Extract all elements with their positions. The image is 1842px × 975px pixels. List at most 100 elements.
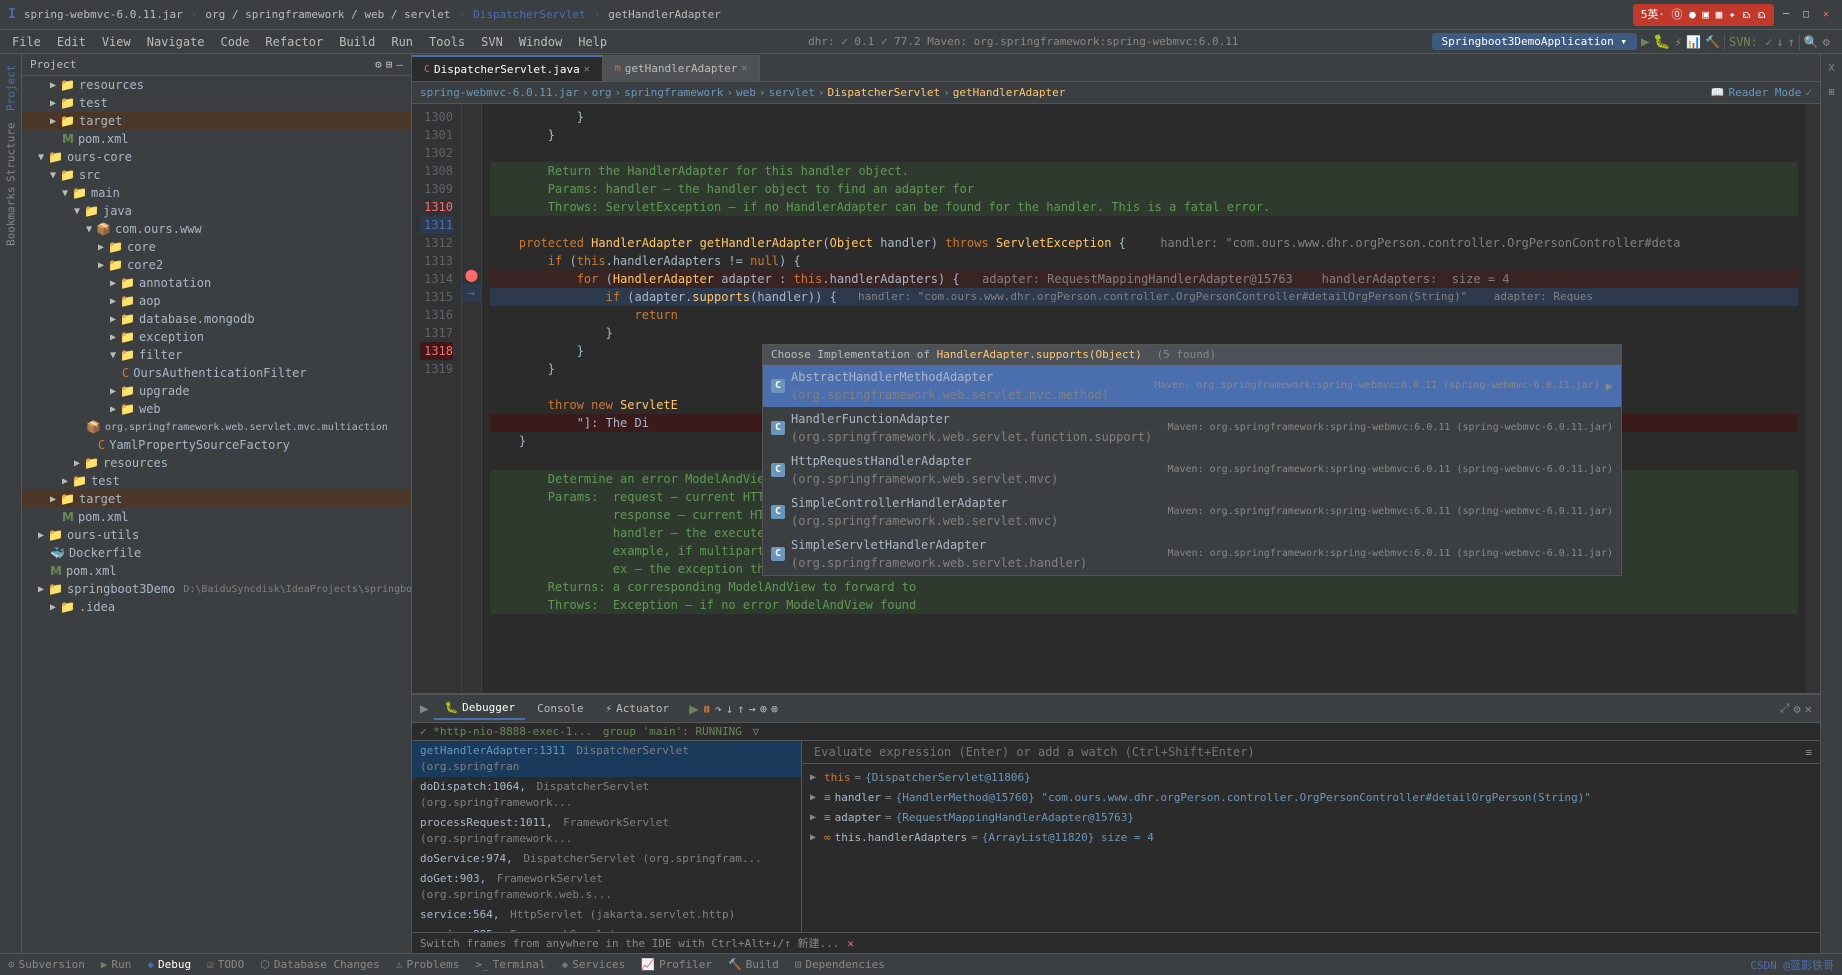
build-button[interactable]: 🔨	[1705, 35, 1720, 49]
var-expand-adapter[interactable]: ▶	[810, 809, 816, 827]
tab-get-handler[interactable]: m getHandlerAdapter ✕	[603, 55, 761, 81]
debug-frame-4[interactable]: doService:974, DispatcherServlet (org.sp…	[412, 849, 801, 869]
status-build[interactable]: 🔨 Build	[728, 958, 779, 971]
debug-filter-icon[interactable]: ▽	[753, 725, 760, 738]
debug-tab-actuator[interactable]: ⚡ Actuator	[595, 698, 679, 719]
coverage-button[interactable]: ⚡	[1675, 35, 1682, 49]
status-dependencies[interactable]: ⊡ Dependencies	[795, 958, 885, 971]
debug-frame-3[interactable]: processRequest:1011, FrameworkServlet (o…	[412, 813, 801, 849]
debug-tab-debugger[interactable]: 🐛 Debugger	[434, 697, 525, 720]
tree-filter[interactable]: ▼ 📁 filter	[22, 346, 411, 364]
debug-close-icon[interactable]: ✕	[1805, 702, 1812, 716]
bc-springframework[interactable]: springframework	[624, 86, 723, 99]
debug-mute-icon[interactable]: ⊗	[771, 702, 778, 716]
debug-run-button[interactable]: 🐛	[1653, 34, 1670, 50]
tree-servlet-mvc[interactable]: 📦 org.springframework.web.servlet.mvc.mu…	[22, 418, 411, 436]
reader-mode-button[interactable]: 📖 Reader Mode ✓	[1711, 86, 1812, 99]
debug-frame-2[interactable]: doDispatch:1064, DispatcherServlet (org.…	[412, 777, 801, 813]
debug-pause-icon[interactable]: ⏸	[703, 699, 711, 719]
tree-core[interactable]: ▶ 📁 core	[22, 238, 411, 256]
tree-aop[interactable]: ▶ 📁 aop	[22, 292, 411, 310]
debug-hint-close[interactable]: ✕	[847, 937, 854, 950]
menu-view[interactable]: View	[94, 30, 139, 53]
debug-table-icon[interactable]: ≡	[1805, 746, 1812, 759]
bc-web[interactable]: web	[736, 86, 756, 99]
restore-button[interactable]: □	[1798, 7, 1814, 23]
svn-update[interactable]: ↓	[1776, 35, 1783, 49]
svn-check[interactable]: SVN: ✓	[1729, 35, 1772, 49]
tree-com-ours-www[interactable]: ▼ 📦 com.ours.www	[22, 220, 411, 238]
tree-test[interactable]: ▶ 📁 test	[22, 94, 411, 112]
debug-frame-1[interactable]: getHandlerAdapter:1311 DispatcherServlet…	[412, 741, 801, 777]
settings-button[interactable]: ⚙	[1823, 35, 1830, 49]
status-debug[interactable]: ◆ Debug	[147, 958, 191, 971]
tree-src[interactable]: ▼ 📁 src	[22, 166, 411, 184]
tree-pom3[interactable]: 𝗠 pom.xml	[22, 562, 411, 580]
sidebar-gear-icon[interactable]: ⚙	[375, 58, 382, 71]
profiler-toolbar-button[interactable]: 📊	[1686, 35, 1701, 49]
status-todo[interactable]: ☑ TODO	[207, 958, 244, 971]
status-subversion[interactable]: ⊙ Subversion	[8, 958, 85, 971]
status-db-changes[interactable]: ⬡ Database Changes	[260, 958, 380, 971]
debug-var-adapter[interactable]: ▶ ≡ adapter = {RequestMappingHandlerAdap…	[806, 808, 1816, 828]
autocomplete-popup[interactable]: Choose Implementation of HandlerAdapter.…	[762, 344, 1622, 576]
debug-settings-icon[interactable]: ⚙	[1794, 702, 1801, 716]
tree-annotation[interactable]: ▶ 📁 annotation	[22, 274, 411, 292]
status-terminal[interactable]: >_ Terminal	[475, 958, 545, 971]
tree-java[interactable]: ▼ 📁 java	[22, 202, 411, 220]
debug-var-handler[interactable]: ▶ ≡ handler = {HandlerMethod@15760} "com…	[806, 788, 1816, 808]
debug-step-into-icon[interactable]: ↓	[726, 702, 733, 716]
autocomplete-item-simple-servlet[interactable]: C SimpleServletHandlerAdapter (org.sprin…	[763, 533, 1621, 575]
tree-main[interactable]: ▼ 📁 main	[22, 184, 411, 202]
var-expand-this[interactable]: ▶	[810, 769, 816, 787]
tree-springboot3demo[interactable]: ▶ 📁 springboot3Demo D:\BaiduSyncdisk\Ide…	[22, 580, 411, 598]
tab-dispatcher-servlet[interactable]: C DispatcherServlet.java ✕	[412, 55, 603, 81]
sidebar-layout-icon[interactable]: ⊞	[386, 58, 393, 71]
status-services[interactable]: ◈ Services	[562, 958, 626, 971]
right-tab-1[interactable]: X	[1822, 58, 1842, 78]
bc-dispatcher[interactable]: DispatcherServlet	[828, 86, 941, 99]
debug-eval-icon[interactable]: ⊕	[760, 702, 767, 716]
tree-yaml-factory[interactable]: C YamlPropertySourceFactory	[22, 436, 411, 454]
menu-file[interactable]: File	[4, 30, 49, 53]
debug-play-icon[interactable]: ▶	[420, 701, 428, 717]
tree-ours-utils[interactable]: ▶ 📁 ours-utils	[22, 526, 411, 544]
var-expand-handler[interactable]: ▶	[810, 789, 816, 807]
tab-close-handler[interactable]: ✕	[741, 63, 747, 74]
menu-svn[interactable]: SVN	[473, 30, 511, 53]
menu-tools[interactable]: Tools	[421, 30, 473, 53]
right-tab-2[interactable]: ⊞	[1822, 82, 1842, 102]
bc-gethandler[interactable]: getHandlerAdapter	[953, 86, 1066, 99]
autocomplete-item-simple-ctrl[interactable]: C SimpleControllerHandlerAdapter (org.sp…	[763, 491, 1621, 533]
status-run[interactable]: ▶ Run	[101, 958, 132, 971]
debug-run-to-cursor-icon[interactable]: →	[748, 702, 755, 716]
var-expand-adapters[interactable]: ▶	[810, 829, 816, 847]
search-everywhere[interactable]: 🔍	[1804, 35, 1819, 49]
project-tab[interactable]: Project	[1, 58, 21, 118]
sidebar-collapse-icon[interactable]: –	[396, 58, 403, 71]
tree-core2[interactable]: ▶ 📁 core2	[22, 256, 411, 274]
run-button[interactable]: ▶	[1641, 34, 1649, 50]
structure-tab[interactable]: Structure	[1, 122, 21, 182]
debug-frame-6[interactable]: service:564, HttpServlet (jakarta.servle…	[412, 905, 801, 925]
bc-spring[interactable]: spring-webmvc-6.0.11.jar	[420, 86, 579, 99]
tab-close-dispatcher[interactable]: ✕	[584, 64, 590, 75]
tree-dockerfile[interactable]: 🐳 Dockerfile	[22, 544, 411, 562]
debug-step-over-icon[interactable]: ↷	[715, 702, 722, 716]
autocomplete-item-http-request[interactable]: C HttpRequestHandlerAdapter (org.springf…	[763, 449, 1621, 491]
status-problems[interactable]: ⚠ Problems	[396, 958, 460, 971]
debug-expression-input[interactable]	[810, 743, 1805, 761]
tree-test2[interactable]: ▶ 📁 test	[22, 472, 411, 490]
menu-build[interactable]: Build	[331, 30, 383, 53]
debug-var-handleradapters[interactable]: ▶ ∞ this.handlerAdapters = {ArrayList@11…	[806, 828, 1816, 848]
tree-target[interactable]: ▶ 📁 target	[22, 112, 411, 130]
menu-navigate[interactable]: Navigate	[139, 30, 213, 53]
tree-pom1[interactable]: 𝗠 pom.xml	[22, 130, 411, 148]
tree-resources[interactable]: ▶ 📁 resources	[22, 76, 411, 94]
tree-target2[interactable]: ▶ 📁 target	[22, 490, 411, 508]
tree-idea[interactable]: ▶ 📁 .idea	[22, 598, 411, 616]
debug-frame-5[interactable]: doGet:903, FrameworkServlet (org.springf…	[412, 869, 801, 905]
debug-tab-console[interactable]: Console	[527, 698, 593, 719]
menu-window[interactable]: Window	[511, 30, 570, 53]
tree-ours-core[interactable]: ▼ 📁 ours-core	[22, 148, 411, 166]
